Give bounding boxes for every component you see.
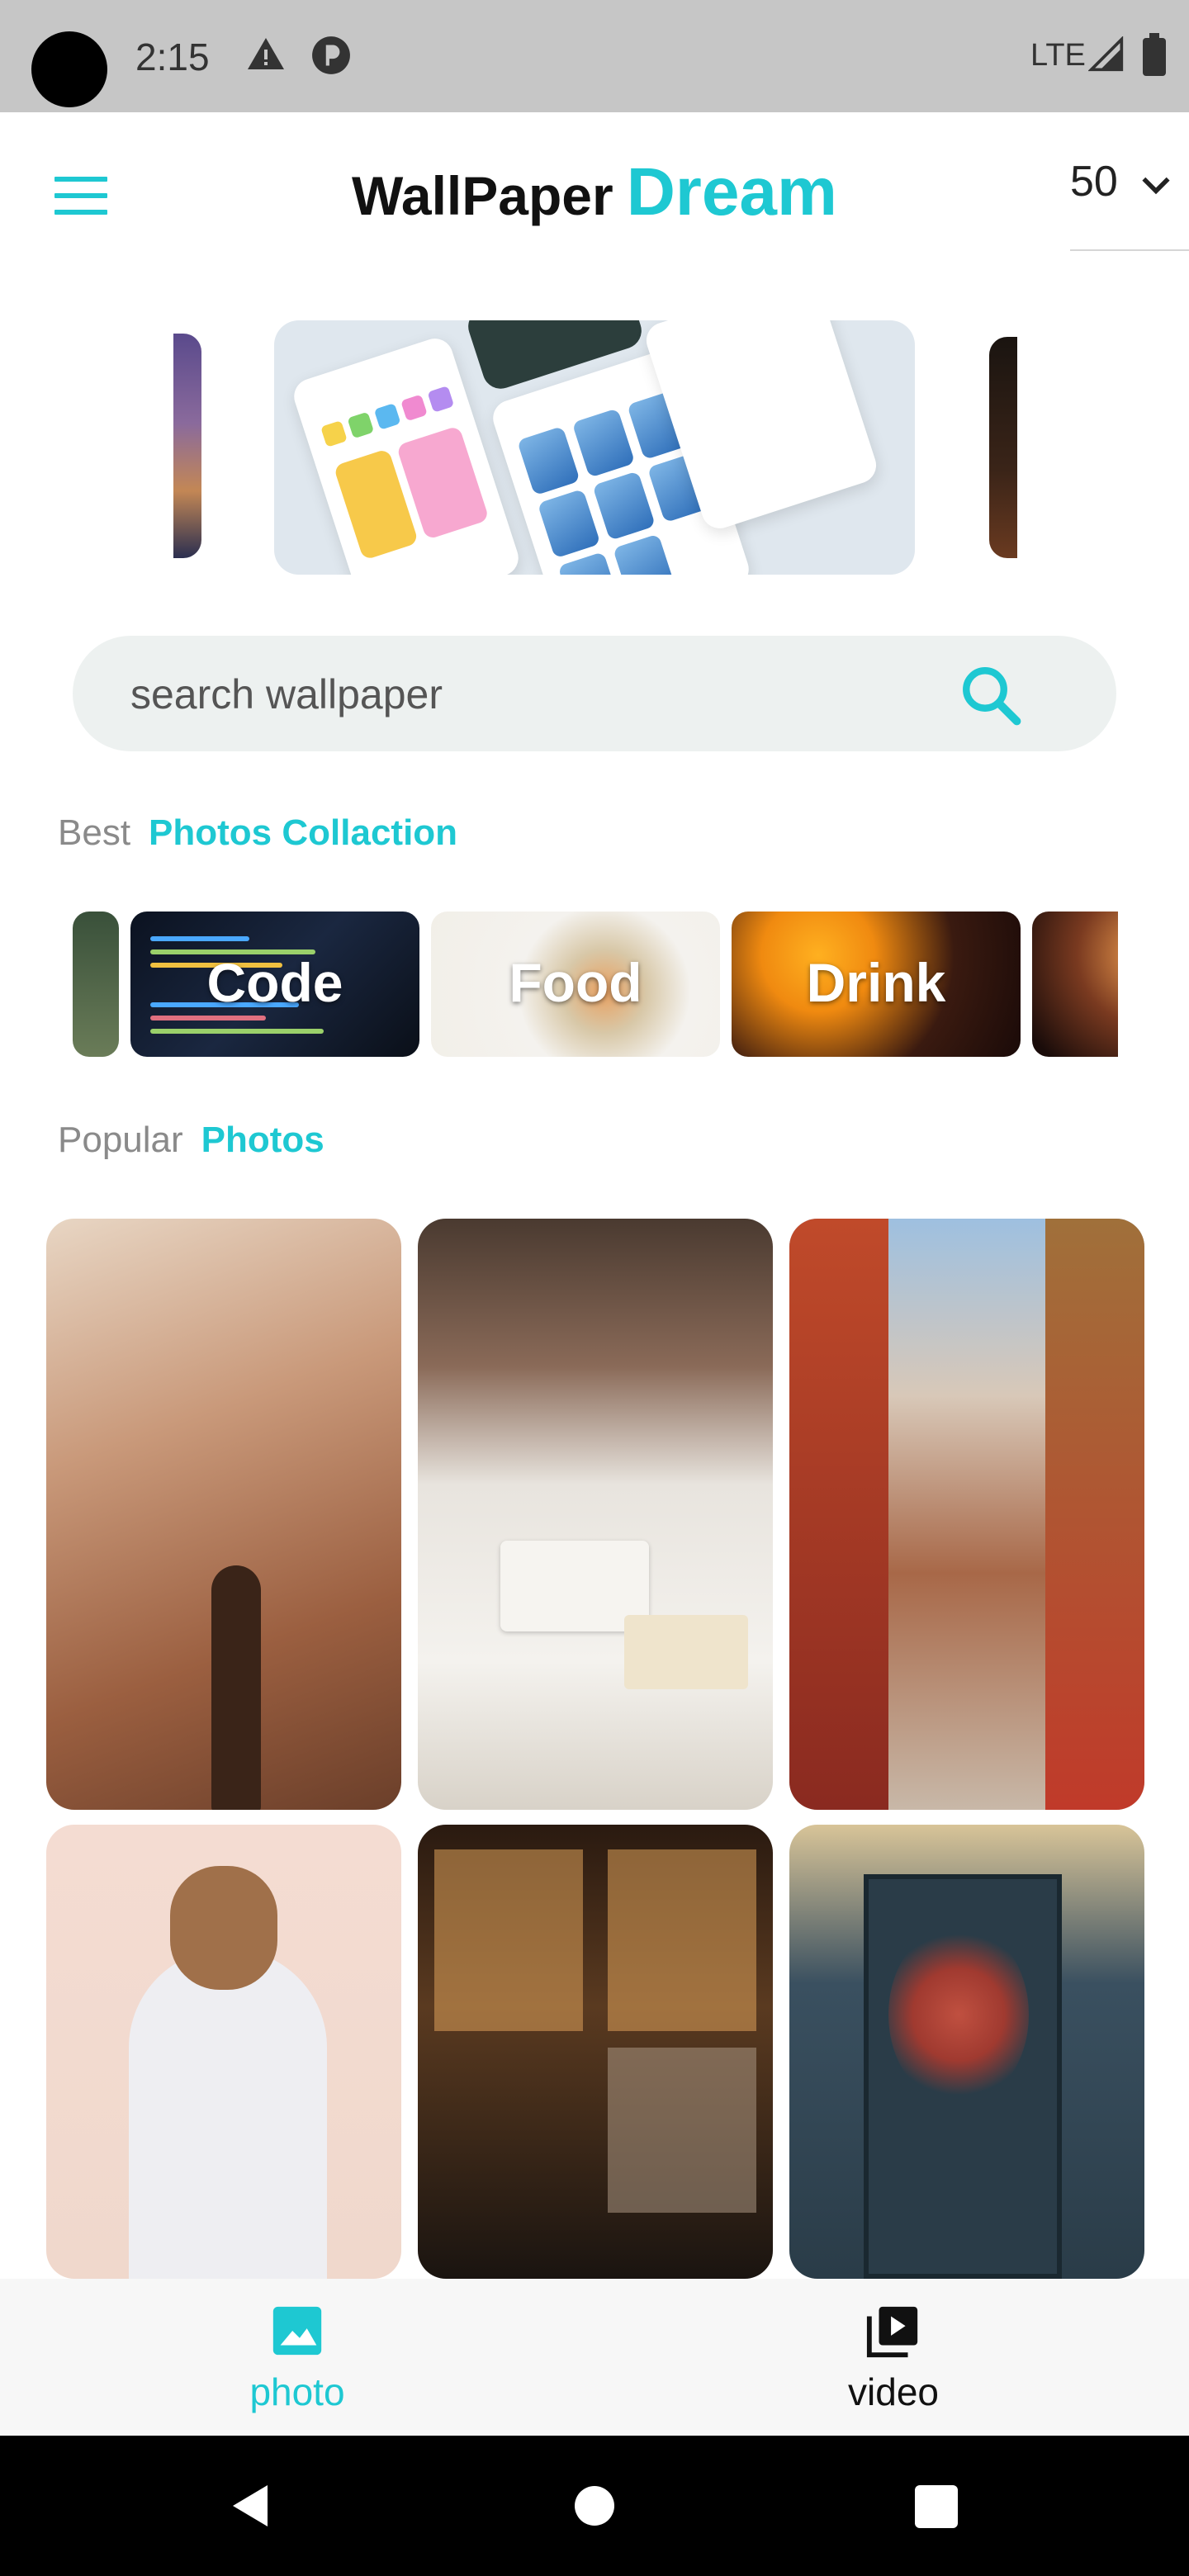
status-time: 2:15 [135,36,210,78]
photo-window-pane [434,1849,583,2031]
category-card-partial[interactable] [73,912,119,1057]
app-title-wallpaper: WallPaper [352,165,613,226]
carousel-prev-slide[interactable] [173,334,201,558]
category-label: Code [206,952,343,1013]
status-bar: 2:15 LTE [0,0,1189,112]
photo-thumbnail[interactable] [46,1219,401,1810]
photo-person-silhouette [211,1565,261,1810]
category-label: Food [509,952,642,1013]
nav-tab-video[interactable]: video [794,2302,992,2414]
popular-heading-muted: Popular [58,1120,183,1160]
app-title: WallPaper Dream [0,154,1189,231]
nav-label-photo: photo [249,2370,345,2413]
photo-rug-left [789,1219,888,1810]
photo-book-shape [624,1615,748,1689]
nav-label-video: video [848,2370,939,2413]
search-bar [73,636,1116,751]
warning-icon [248,38,284,69]
carousel-next-slide[interactable] [989,337,1017,558]
chevron-down-icon [1142,177,1170,195]
signal-icon [1088,36,1124,72]
nav-tab-photo[interactable]: photo [198,2302,396,2414]
video-library-icon [866,2306,918,2358]
carousel-banner[interactable] [274,320,915,575]
photo-person-head [170,1866,277,1990]
popular-section-heading: Popular Photos [58,1120,324,1161]
photo-flowers [888,1924,1029,2105]
category-card-drink[interactable]: Drink [732,912,1021,1057]
photo-person-shirt [129,1949,327,2279]
count-value: 50 [1070,158,1118,206]
photo-thumbnail[interactable] [789,1825,1144,2279]
search-input[interactable] [130,665,956,723]
photo-thumbnail[interactable] [418,1825,773,2279]
system-navigation-bar [0,2436,1189,2576]
bottom-navigation: photo video [0,2279,1189,2436]
best-heading-accent: Photos Collaction [149,812,458,853]
photo-window-pane [608,1849,756,2031]
app-notification-icon [312,36,350,74]
photo-thumbnail[interactable] [418,1219,773,1810]
battery-icon [1143,33,1166,76]
recents-icon[interactable] [887,2436,986,2576]
photo-window-pane [608,2048,756,2213]
photo-rug-right [1045,1219,1144,1810]
count-dropdown[interactable]: 50 [1070,149,1189,251]
category-card-music[interactable]: M [1032,912,1118,1057]
app-title-dream: Dream [626,154,837,230]
best-section-heading: Best Photos Collaction [58,812,457,854]
image-icon [272,2306,322,2356]
camera-cutout [31,31,107,107]
search-icon[interactable] [956,661,1026,730]
category-carousel: Code Food Drink M [73,912,1118,1057]
back-icon[interactable] [201,2436,301,2576]
best-heading-muted: Best [58,812,131,853]
popular-heading-accent: Photos [201,1120,324,1160]
home-icon[interactable] [545,2436,644,2576]
photo-thumbnail[interactable] [789,1219,1144,1810]
category-card-food[interactable]: Food [431,912,720,1057]
network-type: LTE [1030,38,1086,73]
category-card-code[interactable]: Code [130,912,419,1057]
category-label: Drink [806,952,946,1013]
photo-thumbnail[interactable] [46,1825,401,2279]
